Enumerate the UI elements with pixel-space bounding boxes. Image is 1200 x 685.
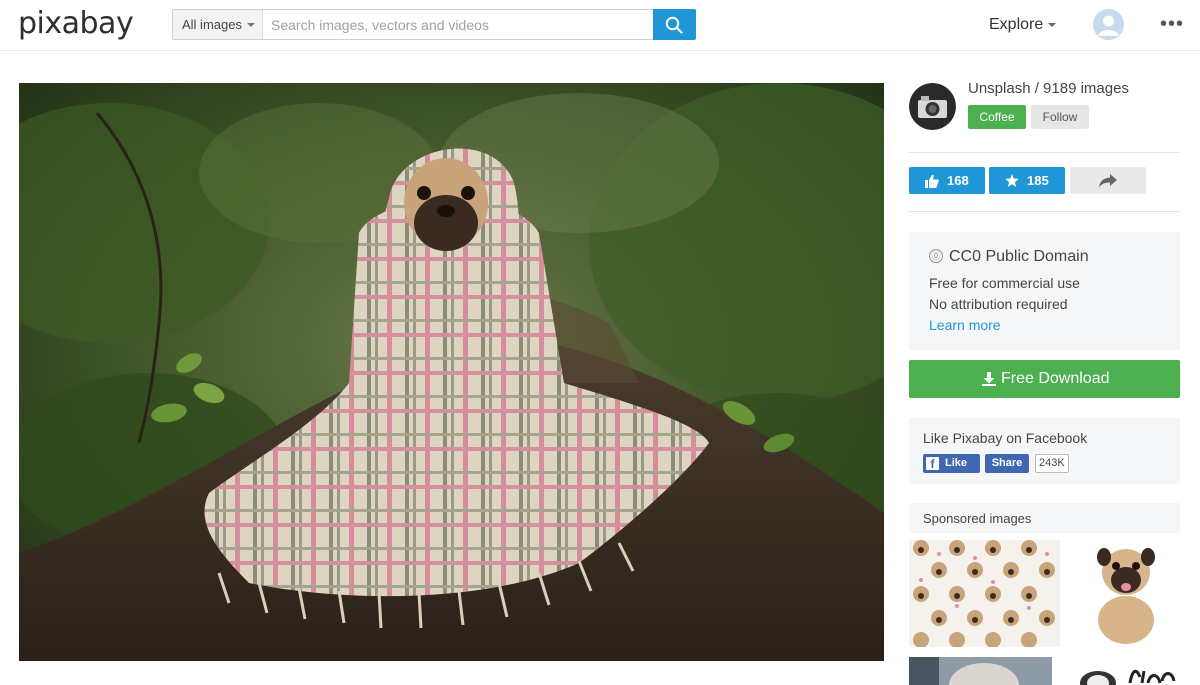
pug-in-blanket-image xyxy=(19,83,884,661)
main-photo[interactable] xyxy=(19,83,884,661)
search-button[interactable] xyxy=(653,9,696,40)
divider xyxy=(909,152,1180,153)
sponsored-label: Sponsored images xyxy=(923,511,1032,526)
divider xyxy=(909,211,1180,212)
favorite-button[interactable]: 185 xyxy=(989,167,1065,194)
uploader-avatar[interactable] xyxy=(909,83,956,130)
sponsored-thumbnail[interactable] xyxy=(1074,657,1180,685)
pug-photo-image xyxy=(909,657,1052,685)
camera-avatar-image xyxy=(909,83,956,130)
thumbs-up-icon xyxy=(925,174,939,188)
pug-pattern-image xyxy=(909,540,1060,647)
pixabay-logo[interactable]: pixabay xyxy=(18,6,134,41)
learn-more-link[interactable]: Learn more xyxy=(929,317,1001,333)
like-count: 168 xyxy=(947,173,969,188)
license-attribution-text: No attribution required xyxy=(929,296,1068,312)
follow-button[interactable]: Follow xyxy=(1031,105,1089,129)
facebook-icon: f xyxy=(926,457,939,471)
download-label: Free Download xyxy=(1001,370,1110,387)
chevron-down-icon xyxy=(247,23,255,27)
chevron-down-icon xyxy=(1048,22,1057,27)
like-button[interactable]: 168 xyxy=(909,167,985,194)
license-commercial-text: Free for commercial use xyxy=(929,275,1080,291)
explore-label: Explore xyxy=(989,16,1044,33)
share-arrow-icon xyxy=(1099,174,1117,188)
download-icon xyxy=(982,372,996,386)
sponsored-thumbnail[interactable] xyxy=(1074,540,1180,647)
sitting-pug-image xyxy=(1074,540,1180,647)
free-download-button[interactable]: Free Download xyxy=(909,360,1180,398)
share-button[interactable] xyxy=(1070,167,1146,194)
sponsored-thumbnail[interactable] xyxy=(909,657,1052,685)
license-title: CC0 Public Domain xyxy=(949,248,1089,265)
user-icon xyxy=(1093,9,1124,40)
coffee-button[interactable]: Coffee xyxy=(968,105,1026,129)
uploader-name[interactable]: Unsplash / 9189 images xyxy=(968,80,1129,97)
search-type-label: All images xyxy=(182,17,242,32)
facebook-panel: Like Pixabay on Facebook f Like Share 24… xyxy=(909,418,1180,484)
search-icon xyxy=(665,16,683,34)
license-panel: ⓪ CC0 Public Domain Free for commercial … xyxy=(909,232,1180,350)
facebook-like-count: 243K xyxy=(1035,454,1069,473)
star-icon xyxy=(1005,174,1019,187)
explore-menu[interactable]: Explore xyxy=(989,16,1057,34)
pug-illustration-image xyxy=(1074,657,1180,685)
facebook-title: Like Pixabay on Facebook xyxy=(923,430,1088,446)
sponsored-header: Sponsored images xyxy=(909,503,1180,533)
cc0-icon: ⓪ xyxy=(929,249,943,263)
search-input[interactable] xyxy=(265,10,667,39)
top-bar: pixabay All images Explore ••• xyxy=(0,0,1200,51)
facebook-share-button[interactable]: Share xyxy=(985,454,1029,473)
search-type-dropdown[interactable]: All images xyxy=(173,10,263,39)
user-avatar[interactable] xyxy=(1093,9,1124,40)
sponsored-thumbnail[interactable] xyxy=(909,540,1060,647)
facebook-like-label: Like xyxy=(945,457,968,469)
facebook-like-button[interactable]: f Like xyxy=(923,454,980,473)
more-menu-icon[interactable]: ••• xyxy=(1160,13,1184,36)
favorite-count: 185 xyxy=(1027,173,1049,188)
search-bar: All images xyxy=(172,9,696,40)
